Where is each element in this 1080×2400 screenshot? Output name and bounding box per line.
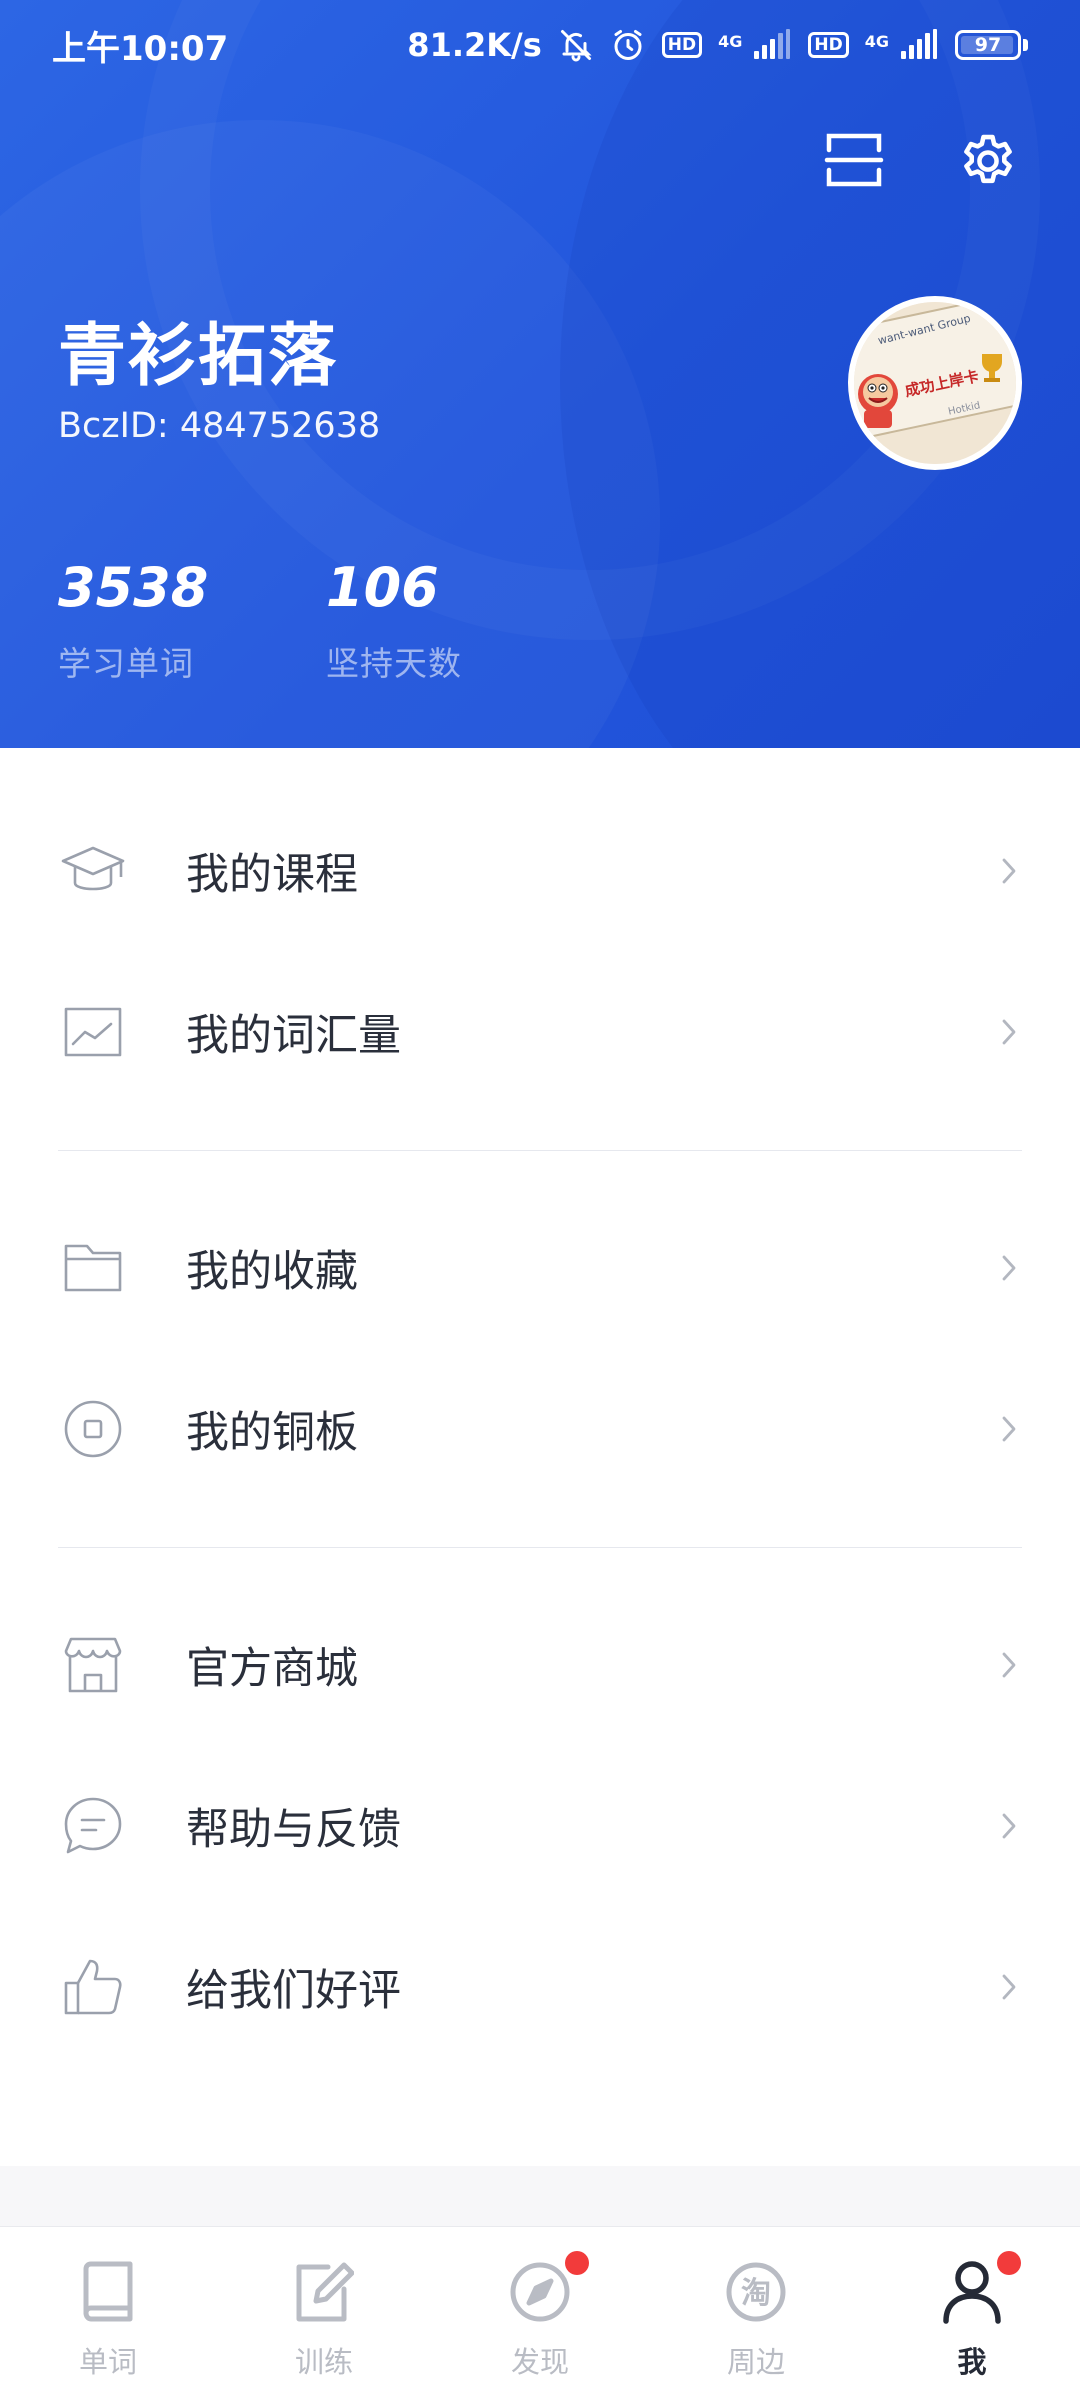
book-icon [73, 2257, 143, 2327]
menu-item-rate-us[interactable]: 给我们好评 [0, 1906, 1080, 2067]
profile-menu: 我的课程 我的词汇量 我的收藏 我的铜板 官方商城 帮助与反馈 给我们好评 [0, 748, 1080, 2067]
menu-group-learning: 我的课程 我的词汇量 [0, 748, 1080, 1150]
coin-icon [58, 1394, 128, 1464]
network-type-label: 4G [864, 32, 889, 51]
menu-item-label: 我的铜板 [186, 1407, 358, 1458]
network-speed: 81.2K/s [407, 26, 542, 64]
stat-label: 学习单词 [58, 644, 194, 683]
menu-item-label: 给我们好评 [186, 1965, 401, 2016]
battery-icon: 97 [955, 30, 1028, 60]
chevron-right-icon [994, 1253, 1024, 1283]
scan-button[interactable] [822, 130, 886, 194]
bottom-tab-bar: 单词 训练 发现 淘 周边 我 [0, 2226, 1080, 2400]
scan-icon [824, 130, 884, 194]
menu-item-official-store[interactable]: 官方商城 [0, 1584, 1080, 1745]
stat-words-learned[interactable]: 3538 学习单词 [58, 556, 208, 685]
header-actions [822, 130, 1020, 194]
stat-value: 106 [326, 556, 439, 619]
edit-icon [289, 2257, 359, 2327]
menu-item-label: 我的收藏 [186, 1246, 358, 1297]
person-icon [937, 2251, 1021, 2327]
profile-header: 上午10:07 81.2K/s HD 4G HD 4G 97 青衫拓落 BczI… [0, 0, 1080, 748]
chevron-right-icon [994, 856, 1024, 886]
menu-item-my-courses[interactable]: 我的课程 [0, 790, 1080, 951]
menu-group-more: 官方商城 帮助与反馈 给我们好评 [0, 1548, 1080, 2067]
menu-item-label: 我的词汇量 [186, 1010, 401, 1061]
tab-label: 发现 [510, 2345, 569, 2379]
folder-icon [58, 1233, 128, 1303]
menu-item-help-feedback[interactable]: 帮助与反馈 [0, 1745, 1080, 1906]
tao-glyph: 淘 [741, 2276, 771, 2311]
chart-icon [58, 997, 128, 1067]
menu-item-my-vocabulary[interactable]: 我的词汇量 [0, 951, 1080, 1112]
tab-label: 我 [957, 2345, 987, 2379]
user-id: BczID: 484752638 [58, 406, 381, 446]
hd-icon: HD [661, 32, 703, 58]
tab-me[interactable]: 我 [864, 2227, 1080, 2400]
gear-icon [956, 128, 1020, 196]
thumbs-up-icon [58, 1952, 128, 2022]
signal-icon [899, 29, 939, 61]
status-bar: 上午10:07 81.2K/s HD 4G HD 4G 97 [0, 0, 1080, 90]
notification-badge [997, 2251, 1021, 2275]
menu-item-label: 官方商城 [186, 1643, 358, 1694]
tab-label: 训练 [294, 2345, 353, 2379]
menu-item-label: 帮助与反馈 [186, 1804, 401, 1855]
tab-label: 单词 [78, 2345, 137, 2379]
tab-nearby[interactable]: 淘 周边 [648, 2227, 864, 2400]
store-icon [58, 1630, 128, 1700]
tab-discover[interactable]: 发现 [432, 2227, 648, 2400]
chevron-right-icon [994, 1017, 1024, 1047]
alarm-icon [610, 27, 646, 63]
network-type-label: 4G [718, 32, 743, 51]
tab-training[interactable]: 训练 [216, 2227, 432, 2400]
stat-label: 坚持天数 [326, 644, 462, 683]
compass-icon [505, 2251, 589, 2327]
tao-icon: 淘 [721, 2257, 791, 2327]
menu-item-my-favorites[interactable]: 我的收藏 [0, 1187, 1080, 1348]
stat-value: 3538 [58, 556, 209, 619]
menu-group-assets: 我的收藏 我的铜板 [0, 1151, 1080, 1547]
status-indicators: 81.2K/s HD 4G HD 4G 97 [407, 26, 1028, 64]
menu-item-my-coins[interactable]: 我的铜板 [0, 1348, 1080, 1509]
hd-icon: HD [808, 32, 849, 58]
chevron-right-icon [994, 1414, 1024, 1444]
avatar[interactable]: want-want Group 成功上岸卡 Hotkid [848, 296, 1022, 470]
chevron-right-icon [994, 1811, 1024, 1841]
menu-item-label: 我的课程 [186, 849, 358, 900]
tab-words[interactable]: 单词 [0, 2227, 216, 2400]
mute-icon [558, 27, 594, 63]
battery-level: 97 [974, 34, 1002, 56]
graduation-cap-icon [58, 836, 128, 906]
tab-label: 周边 [726, 2345, 785, 2379]
chat-icon [58, 1791, 128, 1861]
settings-button[interactable] [956, 130, 1020, 194]
notification-badge [565, 2251, 589, 2275]
chevron-right-icon [994, 1650, 1024, 1680]
menu-bottom-spacer [0, 2166, 1080, 2226]
signal-icon [752, 29, 792, 61]
stat-streak-days[interactable]: 106 坚持天数 [326, 556, 462, 685]
status-time: 上午10:07 [52, 28, 229, 69]
user-name[interactable]: 青衫拓落 [58, 300, 338, 399]
chevron-right-icon [994, 1972, 1024, 2002]
